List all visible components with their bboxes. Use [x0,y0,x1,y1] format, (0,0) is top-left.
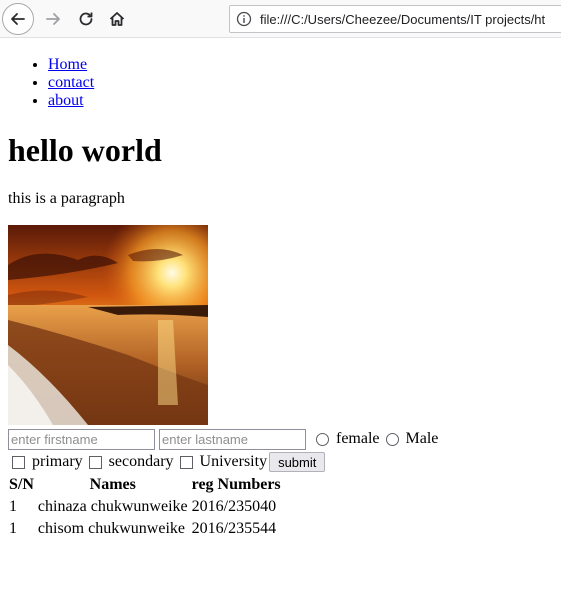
forward-button[interactable] [37,3,69,35]
info-icon[interactable] [236,11,252,27]
nav-item-about: about [48,92,561,110]
lastname-input[interactable] [159,428,306,450]
female-label: female [336,430,380,447]
nav-list: Home contact about [8,56,561,110]
university-checkbox[interactable] [179,455,193,469]
firstname-input[interactable] [8,428,155,450]
female-radio[interactable] [316,432,329,446]
arrow-right-icon [46,13,60,25]
primary-label: primary [32,453,83,470]
header-sn: S/N [9,476,34,493]
table-row: 1 chinaza chukwunweike 2016/235040 [8,497,282,517]
header-names: Names [89,476,136,493]
nav-link-home[interactable]: Home [48,56,87,73]
education-row: primary secondary University submit [8,451,561,473]
university-label: University [199,453,268,470]
registration-table: S/N Names reg Numbers 1 chinaza chukwunw… [6,473,284,541]
back-button[interactable] [2,3,34,35]
reload-icon [79,12,93,26]
url-text: file:///C:/Users/Cheezee/Documents/IT pr… [260,12,546,27]
home-icon [109,12,125,26]
reload-button[interactable] [70,3,102,35]
submit-button[interactable]: submit [269,452,326,472]
cell-sn: 1 [9,520,17,537]
male-label: Male [405,430,439,447]
secondary-label: secondary [108,453,174,470]
paragraph: this is a paragraph [8,190,125,207]
nav-item-contact: contact [48,74,561,92]
nav-link-about[interactable]: about [48,92,84,109]
name-gender-row: female Male [8,428,561,450]
nav-link-contact[interactable]: contact [48,74,94,91]
home-button[interactable] [101,3,133,35]
cell-reg-number: 2016/235040 [191,498,277,515]
nav-item-home: Home [48,56,561,74]
table-row: 1 chisom chukwunweike 2016/235544 [8,519,282,539]
secondary-checkbox[interactable] [88,455,102,469]
header-reg-numbers: reg Numbers [191,476,281,493]
address-bar[interactable]: file:///C:/Users/Cheezee/Documents/IT pr… [229,5,561,33]
cell-sn: 1 [9,498,17,515]
sunset-beach-image [8,225,208,425]
browser-toolbar: file:///C:/Users/Cheezee/Documents/IT pr… [0,0,561,38]
cell-name: chisom chukwunweike [37,520,185,537]
male-radio[interactable] [385,432,399,446]
cell-name: chinaza chukwunweike [37,498,188,515]
page-heading: hello world [8,132,162,168]
page-content: Home contact about hello world this is a… [8,38,561,541]
primary-checkbox[interactable] [12,455,25,469]
arrow-left-icon [11,13,25,25]
table-header-row: S/N Names reg Numbers [8,475,282,495]
cell-reg-number: 2016/235544 [191,520,277,537]
